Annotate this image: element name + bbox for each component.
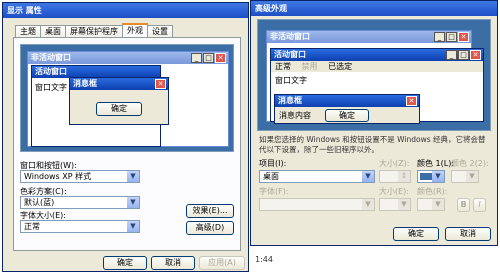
- fontsize-select[interactable]: 正常 ▼: [20, 220, 140, 233]
- taskbar-clock: 1:44: [255, 255, 273, 264]
- preview-ok-button: 确定: [96, 102, 142, 116]
- ok-button[interactable]: 确定: [393, 227, 439, 241]
- close-icon: ✕: [215, 53, 226, 63]
- display-properties-titlebar[interactable]: 显示 属性: [3, 3, 248, 18]
- preview-msgbox-title: 消息框: [278, 96, 302, 105]
- preview-window-text: 窗口文字: [275, 76, 307, 85]
- preview-inactive-titlebar: 非活动窗口 _ □ ✕: [267, 31, 471, 43]
- fontsize-value: 正常: [24, 222, 40, 231]
- advanced-appearance-title: 高级外观: [255, 4, 287, 13]
- preview-active-title: 活动窗口: [35, 67, 67, 76]
- tab-strip: 主题 桌面 屏幕保护程序 外观 设置: [15, 23, 173, 37]
- scheme-value: 默认(蓝): [24, 198, 55, 207]
- preview-inactive-title: 非活动窗口: [270, 32, 310, 41]
- font-color-picker[interactable]: ▼: [417, 198, 445, 211]
- font-label: 字体(F):: [259, 187, 289, 196]
- close-icon: ✕: [470, 50, 481, 60]
- color1-picker[interactable]: ▼: [417, 170, 445, 183]
- color1-label: 颜色 1(L):: [417, 159, 455, 168]
- preview-inactive-titlebar: 非活动窗口 _ □ ✕: [28, 52, 228, 64]
- item-label: 项目(I):: [259, 159, 287, 168]
- appearance-panel: 非活动窗口 _ □ ✕ 活动窗口 窗口文字 消息框 ✕ 确定 窗口和按钮(W):…: [13, 37, 241, 251]
- maximize-icon: □: [203, 53, 214, 63]
- chevron-down-icon: ▼: [362, 199, 374, 210]
- chevron-down-icon: ▼: [127, 221, 139, 232]
- preview-msgbox-titlebar: 消息框 ✕: [70, 78, 168, 90]
- menu-normal: 正常: [275, 62, 291, 71]
- font-size-select[interactable]: ▼: [379, 198, 411, 211]
- appearance-preview: 非活动窗口 _ □ ✕ 活动窗口 窗口文字 消息框 ✕ 确定: [20, 44, 234, 152]
- close-icon: ✕: [155, 79, 166, 89]
- tab-desktop[interactable]: 桌面: [40, 25, 66, 37]
- preview-active-titlebar: 活动窗口 _ □ ✕: [271, 49, 483, 61]
- preview-msg-text: 消息内容: [279, 111, 311, 120]
- preview-menu-bar: 正常 禁用 已选定: [271, 61, 483, 72]
- display-properties-title: 显示 属性: [7, 6, 42, 15]
- preview-message-box: 消息框 ✕ 消息内容 确定: [274, 94, 420, 124]
- item-value: 桌面: [263, 172, 279, 181]
- advanced-description: 如果您选择的 Windows 和按钮设置不是 Windows 经典，它将会替代以…: [259, 135, 486, 154]
- spinner-icon: ↕: [398, 171, 410, 182]
- close-icon: ✕: [406, 96, 417, 106]
- advanced-appearance-window: 高级外观 非活动窗口 _ □ ✕ 活动窗口 _ □ ✕ 正常 禁用 已选定 窗口…: [250, 0, 498, 246]
- menu-selected: 已选定: [328, 62, 353, 71]
- tab-themes[interactable]: 主题: [15, 25, 41, 37]
- scheme-select[interactable]: 默认(蓝) ▼: [20, 196, 140, 209]
- size-label: 大小(Z):: [379, 159, 410, 168]
- advanced-appearance-titlebar[interactable]: 高级外观: [251, 1, 497, 16]
- minimize-icon: _: [434, 32, 445, 42]
- tab-settings[interactable]: 设置: [147, 25, 173, 37]
- style-value: Windows XP 样式: [24, 172, 92, 181]
- font-color-label: 颜色(R):: [417, 187, 448, 196]
- chevron-down-icon: ▼: [362, 171, 374, 182]
- minimize-icon: _: [446, 50, 457, 60]
- color2-label: 颜色 2(2):: [451, 159, 489, 168]
- item-select[interactable]: 桌面 ▼: [259, 170, 375, 183]
- tab-appearance[interactable]: 外观: [122, 23, 148, 37]
- maximize-icon: □: [446, 32, 457, 42]
- ok-button[interactable]: 确定: [103, 256, 147, 270]
- chevron-down-icon: ▼: [432, 171, 444, 182]
- effects-button[interactable]: 效果(E)...: [186, 204, 234, 218]
- chevron-down-icon: ▼: [127, 197, 139, 208]
- cancel-button[interactable]: 取消: [445, 227, 491, 241]
- preview-msgbox-titlebar: 消息框 ✕: [275, 95, 419, 107]
- display-properties-window: 显示 属性 主题 桌面 屏幕保护程序 外观 设置 非活动窗口 _ □ ✕ 活动窗…: [2, 2, 249, 272]
- cancel-button[interactable]: 取消: [151, 256, 195, 270]
- preview-ok-button: 确定: [325, 109, 369, 122]
- size-spinner[interactable]: ↕: [379, 170, 411, 183]
- tab-screensaver[interactable]: 屏幕保护程序: [65, 25, 123, 37]
- preview-message-box: 消息框 ✕ 确定: [69, 77, 169, 125]
- preview-active-title: 活动窗口: [274, 50, 306, 59]
- chevron-down-icon: ▼: [466, 171, 478, 182]
- menu-disabled: 禁用: [301, 62, 318, 71]
- font-select[interactable]: ▼: [259, 198, 375, 211]
- close-icon: ✕: [458, 32, 469, 42]
- preview-msgbox-title: 消息框: [73, 79, 97, 88]
- preview-window-text: 窗口文字: [35, 83, 67, 92]
- preview-inactive-title: 非活动窗口: [31, 53, 71, 62]
- maximize-icon: □: [458, 50, 469, 60]
- chevron-down-icon: ▼: [127, 171, 139, 182]
- minimize-icon: _: [191, 53, 202, 63]
- apply-button[interactable]: 应用(A): [199, 256, 245, 270]
- color2-picker[interactable]: ▼: [451, 170, 479, 183]
- color-swatch: [420, 173, 432, 180]
- italic-button[interactable]: I: [473, 198, 486, 212]
- font-size-label: 大小(E):: [379, 187, 409, 196]
- chevron-down-icon: ▼: [432, 199, 444, 210]
- advanced-preview: 非活动窗口 _ □ ✕ 活动窗口 _ □ ✕ 正常 禁用 已选定 窗口文字 消息…: [257, 19, 491, 131]
- style-select[interactable]: Windows XP 样式 ▼: [20, 170, 140, 183]
- bold-button[interactable]: B: [457, 198, 470, 212]
- advanced-button[interactable]: 高级(D): [186, 221, 234, 235]
- chevron-down-icon: ▼: [398, 199, 410, 210]
